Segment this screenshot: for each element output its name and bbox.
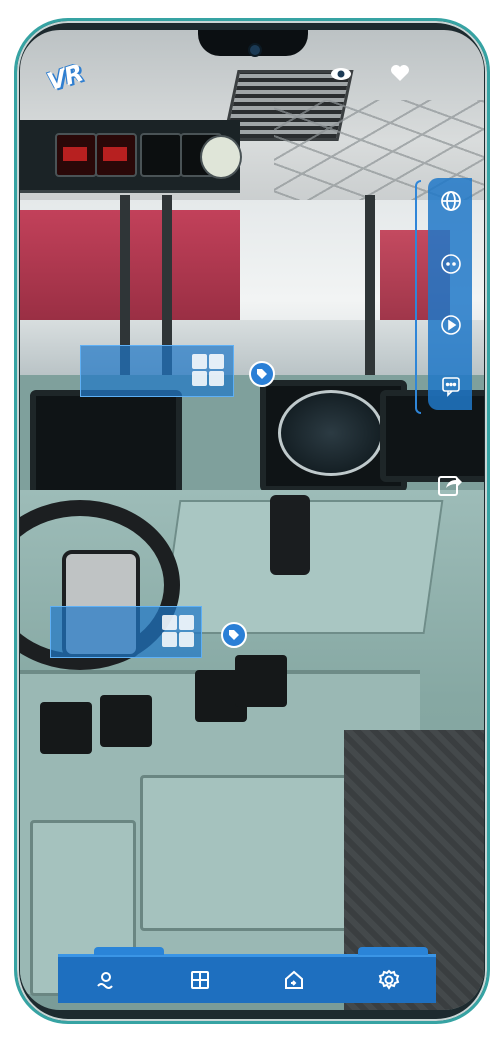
red-vessel [20, 210, 240, 320]
tag-icon[interactable] [249, 361, 275, 387]
red-display-gauge [95, 133, 137, 177]
radar-display [278, 390, 384, 476]
throttle-lever [270, 495, 310, 575]
eye-icon[interactable] [330, 64, 352, 84]
control-switch [100, 695, 152, 747]
analog-gauge [140, 133, 182, 177]
globe-icon[interactable] [437, 187, 465, 215]
text-icon [162, 615, 177, 630]
text-icon [192, 354, 207, 369]
play-icon[interactable] [437, 311, 465, 339]
catalog-icon[interactable] [186, 966, 214, 994]
share-icon[interactable] [436, 470, 464, 498]
clock-gauge [200, 135, 242, 179]
control-switch [40, 702, 92, 754]
settings-icon[interactable] [375, 966, 403, 994]
mic-icon [192, 371, 207, 386]
mic-icon [162, 632, 177, 647]
home-icon[interactable] [280, 966, 308, 994]
image-icon [179, 615, 194, 630]
heart-icon[interactable] [390, 64, 412, 84]
video-icon [179, 632, 194, 647]
control-switch [235, 655, 287, 707]
hotspot-media-icons[interactable] [162, 615, 194, 647]
location-icon[interactable] [91, 966, 119, 994]
video-icon [209, 371, 224, 386]
side-menu-bracket [415, 180, 421, 414]
hotspot-media-icons[interactable] [192, 354, 224, 386]
tag-icon[interactable] [221, 622, 247, 648]
panorama-scene[interactable] [20, 30, 484, 1010]
image-icon [209, 354, 224, 369]
red-display-gauge [55, 133, 97, 177]
panorama-viewer[interactable] [20, 30, 484, 1010]
more-dots-icon[interactable] [437, 250, 465, 278]
bottom-nav [58, 947, 436, 1003]
front-camera [248, 43, 262, 57]
chat-icon[interactable] [437, 372, 465, 400]
